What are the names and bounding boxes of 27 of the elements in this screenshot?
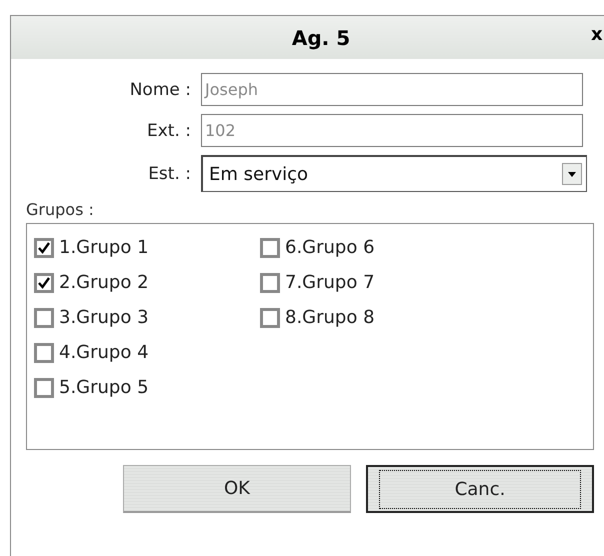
dialog-button[interactable]: Canc. (366, 465, 594, 513)
checkbox-label: 7.Grupo 7 (285, 272, 375, 293)
field-label: Est. : (147, 164, 192, 184)
field-label: Ext. : (146, 120, 192, 140)
window-title: Ag. 5 (292, 26, 350, 50)
checkbox-label: 4.Grupo 4 (59, 342, 149, 363)
input-field[interactable]: 102 (201, 114, 583, 147)
checkbox-label: 6.Grupo 6 (285, 237, 375, 258)
dialog-button[interactable]: OK (123, 465, 351, 513)
checkbox-label: 2.Grupo 2 (59, 272, 149, 293)
checkbox[interactable] (34, 272, 54, 292)
checkbox-label: 1.Grupo 1 (59, 237, 149, 258)
checkbox[interactable] (34, 342, 54, 362)
field-label: Nome : (128, 80, 192, 100)
checkbox[interactable] (260, 308, 280, 328)
close-button[interactable]: x (591, 24, 603, 45)
checkbox-label: 3.Grupo 3 (59, 307, 149, 328)
checkbox[interactable] (260, 238, 280, 258)
checkbox[interactable] (34, 238, 54, 258)
checkbox[interactable] (34, 378, 54, 398)
checkbox-label: 8.Grupo 8 (285, 307, 375, 328)
checkbox-label: 5.Grupo 5 (59, 377, 149, 398)
groups-label: Grupos : (26, 200, 95, 219)
input-field[interactable]: Joseph (201, 73, 583, 106)
dropdown-field[interactable]: Em serviço (201, 155, 587, 192)
checkbox[interactable] (260, 272, 280, 292)
checkbox[interactable] (34, 308, 54, 328)
